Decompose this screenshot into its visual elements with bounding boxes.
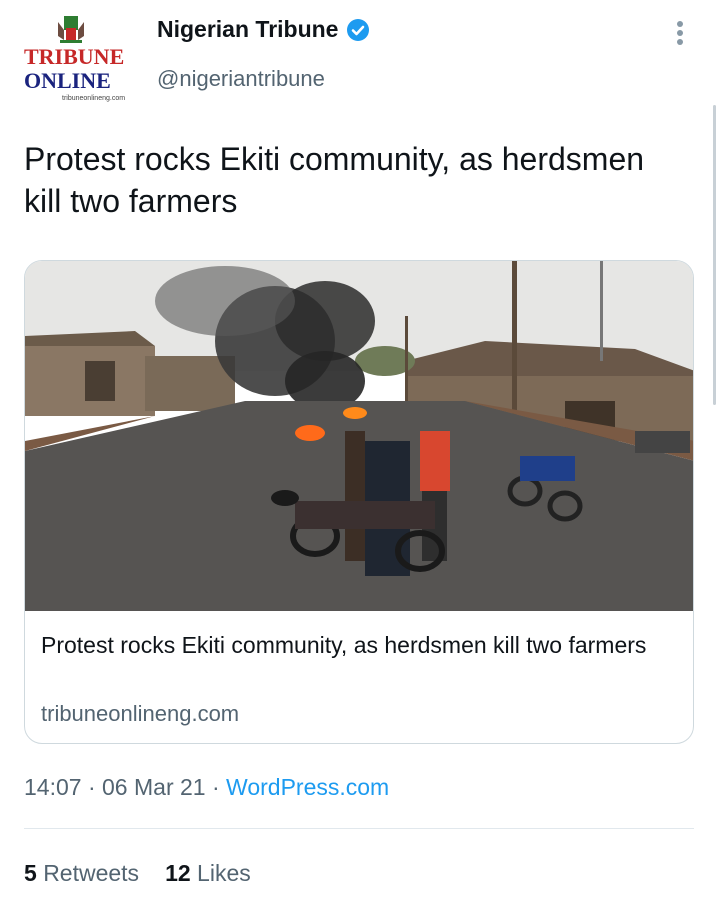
more-vertical-icon (677, 21, 683, 45)
more-options-button[interactable] (668, 18, 692, 48)
logo-text-online: ONLINE (24, 68, 111, 93)
author-avatar[interactable]: TRIBUNE ONLINE tribuneonlineng.com (22, 12, 130, 102)
retweets-label: Retweets (43, 860, 140, 886)
link-card-domain: tribuneonlineng.com (41, 701, 240, 726)
likes-label: Likes (197, 860, 251, 886)
author-name[interactable]: Nigerian Tribune (157, 16, 338, 43)
tweet-date[interactable]: 06 Mar 21 (102, 774, 206, 800)
meta-separator: · (81, 774, 103, 800)
link-card-title[interactable]: Protest rocks Ekiti community, as herdsm… (41, 629, 661, 661)
verified-badge-icon (347, 18, 370, 41)
tweet-text: Protest rocks Ekiti community, as herdsm… (24, 141, 645, 219)
tweet-meta: 14:07 · 06 Mar 21 · WordPress.com (24, 774, 389, 801)
tribune-logo: TRIBUNE ONLINE tribuneonlineng.com (24, 16, 125, 102)
author-handle[interactable]: @nigeriantribune (157, 66, 325, 92)
logo-subtext: tribuneonlineng.com (62, 95, 125, 102)
likes-count: 12 (165, 860, 191, 886)
likes-stat[interactable]: 12 Likes (165, 860, 251, 887)
retweets-stat[interactable]: 5 Retweets (24, 860, 139, 887)
retweets-count: 5 (24, 860, 37, 886)
link-card[interactable]: Protest rocks Ekiti community, as herdsm… (24, 260, 694, 744)
tweet-stats: 5 Retweets 12 Likes (24, 860, 251, 887)
link-card-image[interactable] (25, 261, 694, 611)
meta-separator-2: · (205, 774, 227, 800)
author-name-row[interactable]: Nigerian Tribune (157, 16, 370, 43)
tweet-source-link[interactable]: WordPress.com (226, 774, 389, 800)
coat-of-arms-icon (58, 16, 84, 43)
divider (24, 828, 694, 829)
logo-text-tribune: TRIBUNE (24, 44, 124, 69)
tweet-time[interactable]: 14:07 (24, 774, 82, 800)
